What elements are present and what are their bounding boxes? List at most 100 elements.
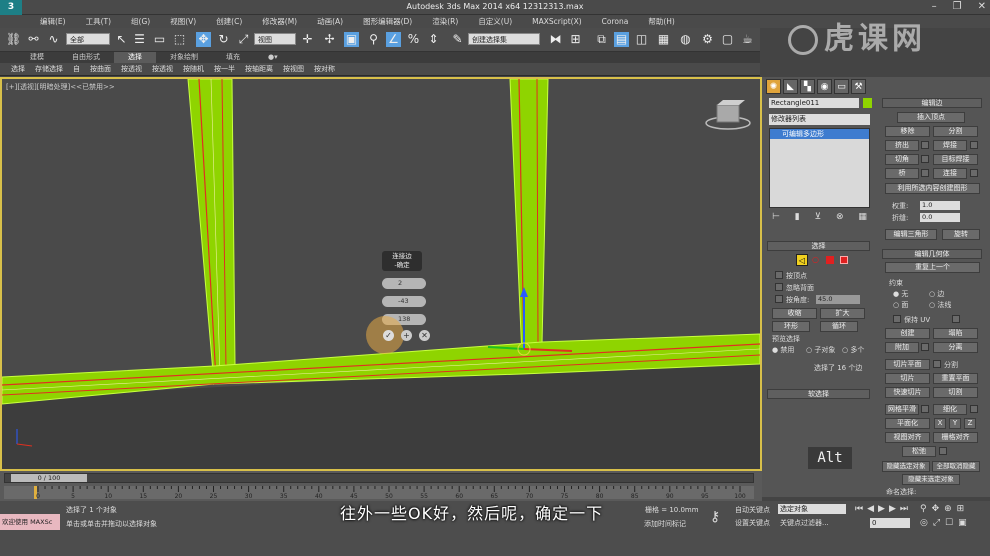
window-crossing-icon[interactable]: ⬚: [172, 32, 187, 47]
preview-disabled-radio[interactable]: ● 禁用: [772, 345, 794, 355]
percent-snap-icon[interactable]: %: [406, 32, 421, 47]
tab-selection[interactable]: 选择: [114, 52, 156, 63]
create-button[interactable]: 创建: [885, 328, 930, 339]
caddy-apply-icon[interactable]: +: [401, 330, 412, 341]
snaps-toggle-icon[interactable]: ⚲: [366, 32, 381, 47]
set-key-icon[interactable]: ⚷: [710, 509, 720, 525]
ribbon-item[interactable]: 存储选择: [30, 64, 68, 74]
select-scale-icon[interactable]: ⤢: [236, 32, 251, 47]
render-icon[interactable]: ☕: [740, 32, 755, 47]
create-tab-icon[interactable]: ✺: [766, 79, 781, 94]
by-angle-checkbox[interactable]: [775, 295, 783, 303]
current-frame-field[interactable]: 0: [870, 518, 910, 528]
align-icon[interactable]: ⊞: [568, 32, 583, 47]
crease-spinner[interactable]: 0.0: [920, 213, 960, 222]
relax-button[interactable]: 松弛: [902, 446, 936, 457]
schematic-view-icon[interactable]: ▦: [656, 32, 671, 47]
link-icon[interactable]: ⛓: [6, 32, 21, 47]
weld-button[interactable]: 焊接: [933, 140, 967, 151]
menu-rendering[interactable]: 渲染(R): [422, 16, 468, 27]
loop-button[interactable]: 循环: [820, 321, 858, 332]
meshsmooth-settings-icon[interactable]: [921, 405, 929, 413]
turn-button[interactable]: 旋转: [942, 229, 980, 240]
collapse-button[interactable]: 塌陷: [933, 328, 978, 339]
viewport-label[interactable]: [+][透视][明暗处理]<<已禁用>>: [6, 82, 115, 92]
pivot-center-icon[interactable]: ✛: [300, 32, 315, 47]
connect-settings-icon[interactable]: [970, 169, 978, 177]
menu-create[interactable]: 创建(C): [206, 16, 252, 27]
ref-coord-dropdown[interactable]: 视图: [254, 33, 296, 45]
constraint-none-radio[interactable]: ● 无: [893, 289, 908, 299]
ribbon-item[interactable]: 按随机: [178, 64, 209, 74]
time-slider-track[interactable]: 0 / 100: [4, 473, 754, 483]
detach-button[interactable]: 分离: [933, 342, 978, 353]
motion-tab-icon[interactable]: ◉: [817, 79, 832, 94]
preserve-uv-checkbox[interactable]: [893, 315, 901, 323]
maximize-button[interactable]: ❐: [953, 1, 962, 12]
meshsmooth-button[interactable]: 网格平滑: [885, 404, 919, 415]
angle-snap-icon[interactable]: ∠: [386, 32, 401, 47]
grid-align-button[interactable]: 栅格对齐: [933, 432, 978, 443]
time-slider-thumb[interactable]: 0 / 100: [11, 474, 87, 482]
cut-button[interactable]: 切割: [933, 387, 978, 398]
menu-modifiers[interactable]: 修改器(M): [252, 16, 307, 27]
remove-button[interactable]: 移除: [885, 126, 930, 137]
preview-subobject-radio[interactable]: ○ 子对象: [806, 345, 835, 355]
tessellate-settings-icon[interactable]: [970, 405, 978, 413]
bridge-settings-icon[interactable]: [921, 169, 929, 177]
insert-vertex-button[interactable]: 插入顶点: [897, 112, 965, 123]
chamfer-button[interactable]: 切角: [885, 154, 919, 165]
object-name-field[interactable]: Rectangle011: [769, 98, 859, 108]
constraint-edge-radio[interactable]: ○ 边: [929, 289, 944, 299]
bind-spacewarp-icon[interactable]: ∿: [46, 32, 61, 47]
key-selection-dropdown[interactable]: 选定对象: [778, 504, 846, 514]
tessellate-button[interactable]: 细化: [933, 404, 967, 415]
tab-modeling[interactable]: 建模: [16, 52, 58, 63]
edit-edges-rollout-header[interactable]: 编辑边: [882, 98, 982, 108]
ring-button[interactable]: 环形: [772, 321, 810, 332]
modify-tab-icon[interactable]: ◣: [783, 79, 798, 94]
playback-controls-icon[interactable]: ⏮◀▶▶⏭: [855, 504, 912, 514]
soft-selection-rollout-header[interactable]: 软选择: [767, 389, 870, 399]
extrude-settings-icon[interactable]: [921, 141, 929, 149]
caddy-ok-icon[interactable]: ✓: [383, 330, 394, 341]
quickslice-button[interactable]: 快速切片: [885, 387, 930, 398]
menu-animation[interactable]: 动画(A): [307, 16, 353, 27]
repeat-last-button[interactable]: 重复上一个: [885, 262, 980, 273]
weight-spinner[interactable]: 1.0: [920, 201, 960, 210]
grow-button[interactable]: 扩大: [820, 308, 865, 319]
selection-rollout-header[interactable]: 选择: [767, 241, 870, 251]
caddy-cancel-icon[interactable]: ✕: [419, 330, 430, 341]
ignore-backfacing-checkbox[interactable]: [775, 283, 783, 291]
reset-plane-button[interactable]: 重置平面: [933, 373, 978, 384]
bridge-button[interactable]: 桥: [885, 168, 919, 179]
planarize-x-button[interactable]: X: [934, 418, 946, 429]
connect-button[interactable]: 连接: [933, 168, 967, 179]
select-rotate-icon[interactable]: ↻: [216, 32, 231, 47]
planarize-y-button[interactable]: Y: [949, 418, 961, 429]
select-move-icon[interactable]: ✥: [196, 32, 211, 47]
modifier-item[interactable]: 可编辑多边形: [770, 129, 869, 139]
perspective-viewport[interactable]: [+][透视][明暗处理]<<已禁用>> 连接边 -确定 2 -43 138 ✓ …: [0, 77, 762, 471]
tab-populate[interactable]: 填充: [212, 52, 254, 63]
unlink-icon[interactable]: ⚯: [26, 32, 41, 47]
layer-manager-icon[interactable]: ⧉: [594, 32, 609, 47]
ribbon-item[interactable]: 按曲面: [85, 64, 116, 74]
rect-selection-icon[interactable]: ▭: [152, 32, 167, 47]
slice-plane-button[interactable]: 切片平面: [885, 359, 930, 370]
angle-spinner[interactable]: 45.0: [816, 295, 860, 304]
object-color-swatch[interactable]: [863, 98, 872, 108]
ribbon-item[interactable]: 按对称: [309, 64, 340, 74]
planarize-button[interactable]: 平面化: [885, 418, 930, 429]
menu-help[interactable]: 帮助(H): [638, 16, 685, 27]
ribbon-item[interactable]: 按视图: [278, 64, 309, 74]
viewport-nav-icons-2[interactable]: ◎⤢☐▣: [920, 518, 972, 528]
key-filters-button[interactable]: 关键点过滤器...: [780, 518, 829, 528]
menu-views[interactable]: 视图(V): [160, 16, 206, 27]
element-mode-icon[interactable]: [840, 256, 848, 264]
tab-freeform[interactable]: 自由形式: [58, 52, 114, 63]
edit-tri-button[interactable]: 编辑三角形: [885, 229, 937, 240]
select-object-icon[interactable]: ↖: [114, 32, 129, 47]
edit-named-sel-icon[interactable]: ✎: [450, 32, 465, 47]
stack-tools-icons[interactable]: ⊢ ▮ ⊻ ⊗ ▦: [772, 212, 873, 222]
